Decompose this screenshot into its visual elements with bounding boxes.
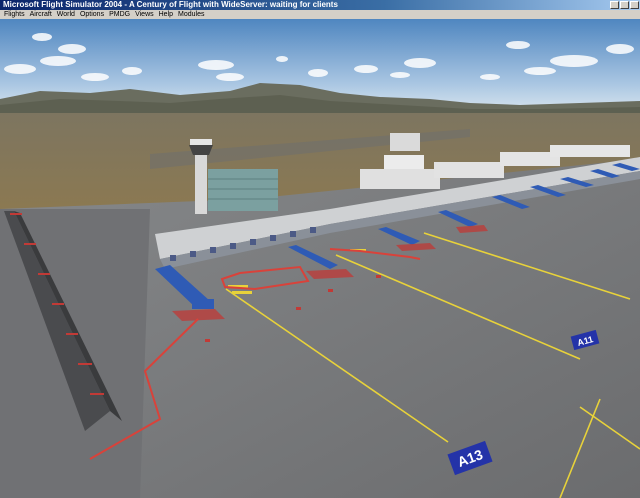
menu-world[interactable]: World <box>57 10 75 19</box>
window-title: Microsoft Flight Simulator 2004 - A Cent… <box>3 0 338 9</box>
menu-pmdg[interactable]: PMDG <box>109 10 130 19</box>
menu-bar: Flights Aircraft World Options PMDG View… <box>0 10 640 19</box>
minimize-button[interactable] <box>610 1 619 9</box>
menu-options[interactable]: Options <box>80 10 104 19</box>
menu-modules[interactable]: Modules <box>178 10 204 19</box>
simulator-viewport[interactable]: A13 A11 <box>0 19 640 498</box>
app-window: Microsoft Flight Simulator 2004 - A Cent… <box>0 0 640 498</box>
menu-flights[interactable]: Flights <box>4 10 25 19</box>
title-bar[interactable]: Microsoft Flight Simulator 2004 - A Cent… <box>0 0 640 10</box>
window-controls <box>610 1 639 9</box>
close-button[interactable] <box>630 1 639 9</box>
menu-aircraft[interactable]: Aircraft <box>30 10 52 19</box>
menu-views[interactable]: Views <box>135 10 154 19</box>
menu-help[interactable]: Help <box>159 10 173 19</box>
airport-scene: A13 A11 <box>0 19 640 498</box>
office-building <box>208 169 278 211</box>
maximize-button[interactable] <box>620 1 629 9</box>
